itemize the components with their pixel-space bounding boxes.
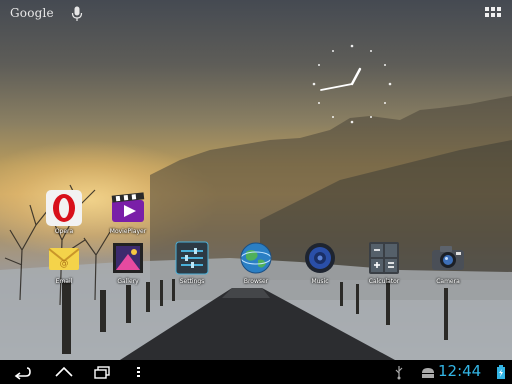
back-icon[interactable] <box>12 364 32 380</box>
browser-globe-icon <box>238 240 274 276</box>
status-clock[interactable]: 12:44 <box>438 362 481 380</box>
app-calculator[interactable]: Calculator <box>353 240 415 286</box>
search-bar[interactable]: Google <box>0 0 512 28</box>
navigation-bar: 12:44 <box>0 360 512 384</box>
app-label: Browser <box>243 278 269 285</box>
road <box>120 288 395 360</box>
app-email[interactable]: @ Email <box>33 240 95 286</box>
app-gallery[interactable]: Gallery <box>97 240 159 286</box>
app-settings[interactable]: Settings <box>161 240 223 286</box>
menu-icon[interactable] <box>134 364 144 380</box>
movie-player-icon <box>110 190 146 226</box>
app-label: Settings <box>179 278 205 285</box>
app-opera[interactable]: Opera <box>33 190 95 236</box>
wallpaper <box>0 0 512 360</box>
mic-icon[interactable] <box>70 6 84 22</box>
email-icon: @ <box>46 240 82 276</box>
apps-grid-icon[interactable] <box>485 7 501 21</box>
app-camera[interactable]: Camera <box>417 240 479 286</box>
gallery-icon <box>110 240 146 276</box>
recent-apps-icon[interactable] <box>92 364 112 380</box>
app-label: Camera <box>436 278 460 285</box>
app-label: Email <box>55 278 73 285</box>
google-search-label[interactable]: Google <box>10 6 54 20</box>
camera-icon <box>430 240 466 276</box>
svg-text:@: @ <box>60 259 69 269</box>
android-debug-icon <box>422 368 434 378</box>
settings-icon <box>174 240 210 276</box>
music-speaker-icon <box>302 240 338 276</box>
app-music[interactable]: Music <box>289 240 351 286</box>
battery-icon <box>497 365 505 379</box>
app-label: MoviePlayer <box>109 228 147 235</box>
app-label: Opera <box>54 228 74 235</box>
app-browser[interactable]: Browser <box>225 240 287 286</box>
app-movieplayer[interactable]: MoviePlayer <box>97 190 159 236</box>
app-label: Calculator <box>368 278 400 285</box>
home-icon[interactable] <box>54 364 74 380</box>
opera-icon <box>46 190 82 226</box>
clock-widget[interactable] <box>308 40 396 128</box>
app-label: Gallery <box>117 278 139 285</box>
usb-icon <box>395 366 403 380</box>
calculator-icon <box>366 240 402 276</box>
app-label: Music <box>311 278 329 285</box>
